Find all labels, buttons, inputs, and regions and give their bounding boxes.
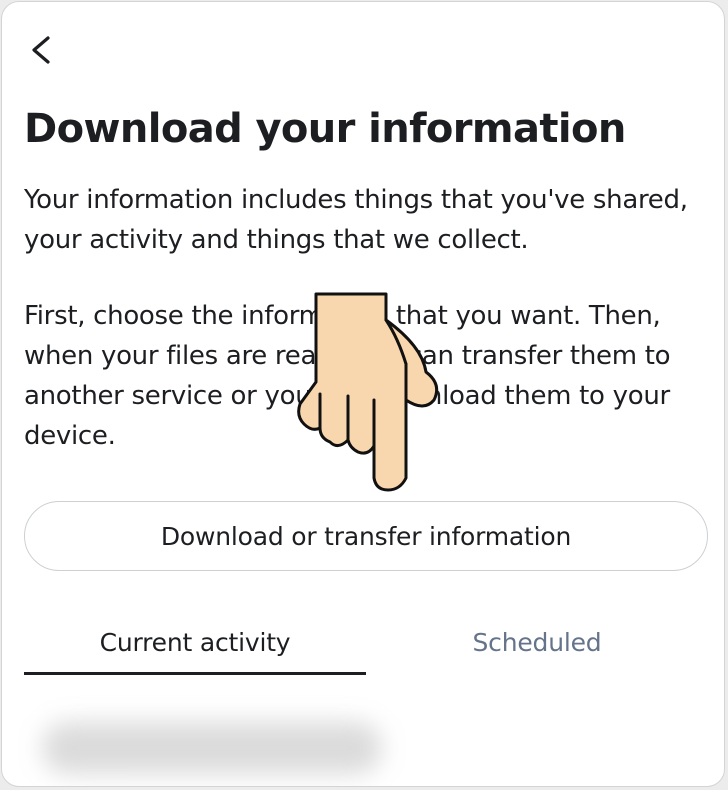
tab-scheduled[interactable]: Scheduled [366,612,708,672]
chevron-left-icon [32,36,50,64]
active-tab-indicator [24,672,366,675]
page-title: Download your information [24,106,626,152]
tab-current-activity[interactable]: Current activity [24,612,366,672]
download-or-transfer-button[interactable]: Download or transfer information [24,501,708,571]
back-button[interactable] [24,30,60,70]
screen-card: Download your information Your informati… [1,1,725,787]
blurred-activity-item [42,722,382,774]
description-paragraph-2: First, choose the information that you w… [24,301,671,451]
description-paragraph-1: Your information includes things that yo… [24,185,688,255]
